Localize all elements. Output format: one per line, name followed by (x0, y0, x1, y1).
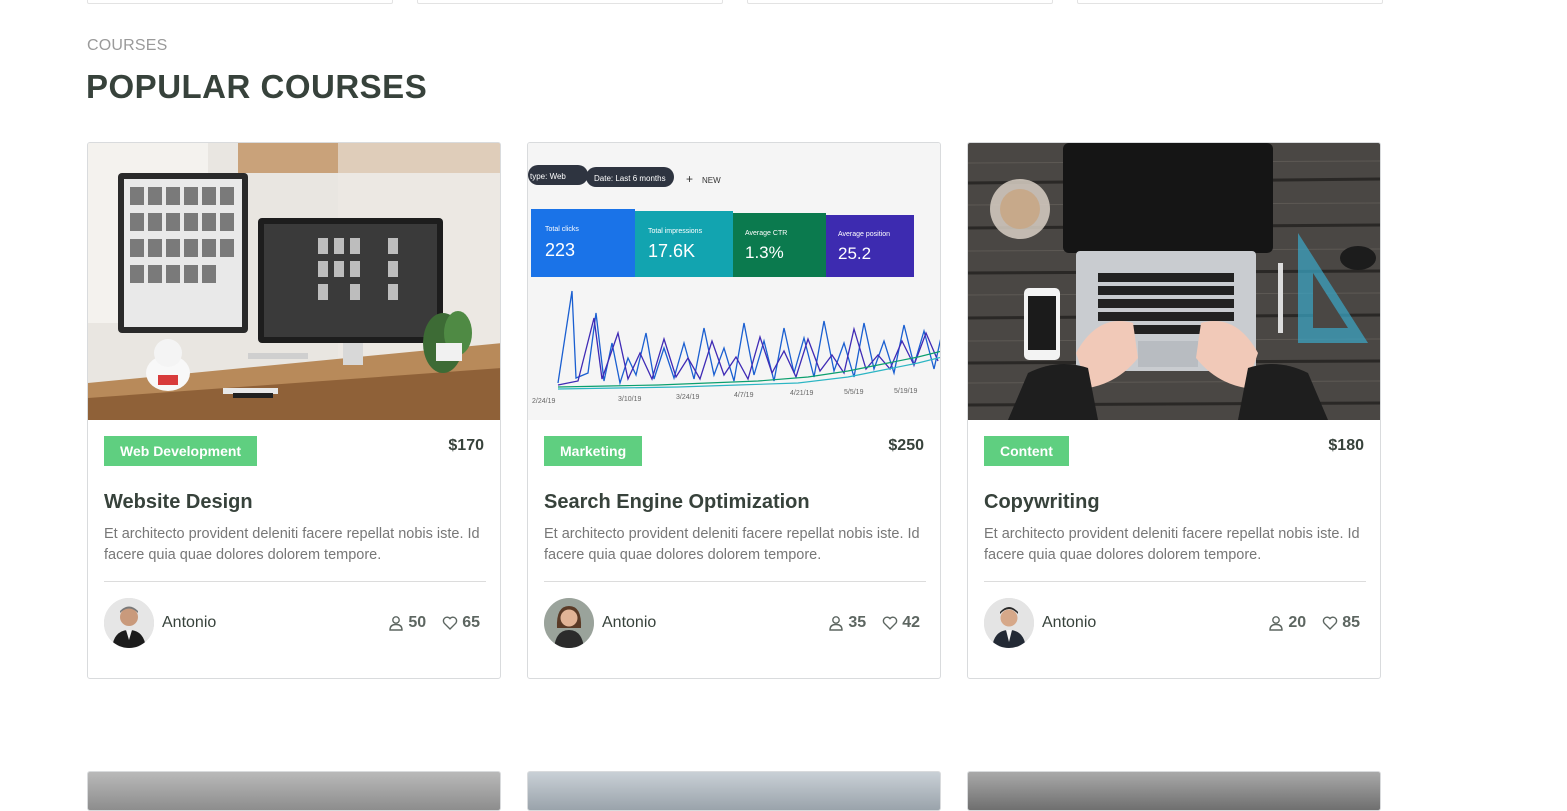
metric-label: Average CTR (745, 230, 787, 237)
category-badge[interactable]: Web Development (104, 436, 258, 466)
next-card-preview (87, 771, 501, 811)
trainer-name[interactable]: Antonio (602, 614, 656, 632)
section-label: COURSES (87, 37, 168, 54)
category-badge[interactable]: Marketing (544, 436, 643, 466)
likes-count: 65 (462, 614, 480, 631)
heart-icon[interactable] (882, 615, 898, 631)
new-label: NEW (702, 176, 721, 185)
course-price: $180 (1328, 437, 1364, 454)
chart-date: 5/19/19 (894, 388, 917, 395)
chart-date: 2/24/19 (532, 398, 555, 405)
course-title[interactable]: Website Design (104, 491, 253, 514)
next-card-preview (967, 771, 1381, 811)
students-count: 50 (408, 614, 427, 631)
students-count: 20 (1288, 614, 1307, 631)
divider (544, 581, 926, 582)
metric-value: 223 (545, 240, 575, 260)
chart-date: 5/5/19 (844, 389, 864, 396)
course-image-dashboard: type: Web Date: Last 6 months + NEW Tota… (528, 143, 940, 420)
next-card-preview (527, 771, 941, 811)
user-icon (1268, 615, 1284, 631)
metric-label: Total impressions (648, 228, 703, 235)
counter-box (87, 0, 393, 4)
course-description: Et architecto provident deleniti facere … (544, 526, 920, 563)
user-icon (828, 615, 844, 631)
course-card: Content $180 Copywriting Et architecto p… (967, 142, 1381, 679)
course-description: Et architecto provident deleniti facere … (104, 526, 480, 563)
course-card: type: Web Date: Last 6 months + NEW Tota… (527, 142, 941, 679)
divider (104, 581, 486, 582)
course-price: $250 (888, 437, 924, 454)
metric-value: 17.6K (648, 241, 695, 261)
trainer-name[interactable]: Antonio (1042, 614, 1096, 632)
category-badge[interactable]: Content (984, 436, 1069, 466)
likes-count: 42 (902, 614, 920, 631)
trainer-avatar (104, 598, 154, 648)
course-stats: 35 42 (828, 614, 920, 632)
course-stats: 50 65 (388, 614, 480, 632)
chart-date: 3/24/19 (676, 394, 699, 401)
course-price: $170 (448, 437, 484, 454)
metric-label: Average position (838, 231, 890, 238)
heart-icon[interactable] (442, 615, 458, 631)
counter-box (1077, 0, 1383, 4)
filter-type: type: Web (530, 172, 566, 181)
students-count: 35 (848, 614, 867, 631)
course-image-desk (88, 143, 500, 420)
chart-date: 3/10/19 (618, 396, 641, 403)
filter-date: Date: Last 6 months (594, 174, 666, 183)
metric-value: 1.3% (745, 243, 784, 262)
svg-text:+: + (686, 172, 693, 186)
trainer-avatar (544, 598, 594, 648)
course-title[interactable]: Search Engine Optimization (544, 491, 810, 514)
course-card: Web Development $170 Website Design Et a… (87, 142, 501, 679)
divider (984, 581, 1366, 582)
metric-label: Total clicks (545, 226, 579, 233)
counter-box (747, 0, 1053, 4)
course-description: Et architecto provident deleniti facere … (984, 526, 1360, 563)
section-title: POPULAR COURSES (86, 68, 428, 105)
course-title[interactable]: Copywriting (984, 491, 1100, 514)
metric-value: 25.2 (838, 244, 871, 263)
chart-date: 4/21/19 (790, 390, 813, 397)
trainer-avatar (984, 598, 1034, 648)
counter-box (417, 0, 723, 4)
likes-count: 85 (1342, 614, 1360, 631)
user-icon (388, 615, 404, 631)
trainer-name[interactable]: Antonio (162, 614, 216, 632)
course-image-laptop (968, 143, 1380, 420)
heart-icon[interactable] (1322, 615, 1338, 631)
course-stats: 20 85 (1268, 614, 1360, 632)
chart-date: 4/7/19 (734, 392, 754, 399)
